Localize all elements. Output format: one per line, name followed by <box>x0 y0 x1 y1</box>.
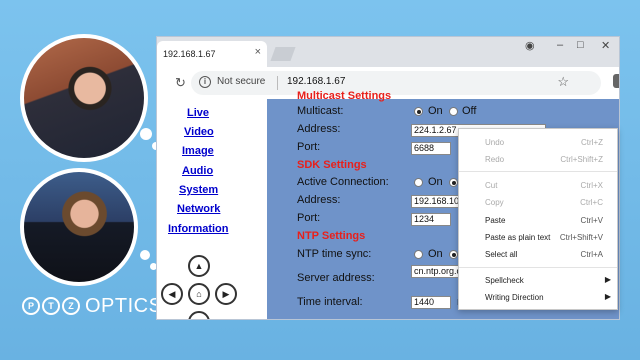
multicast-heading: Multicast Settings <box>297 90 392 102</box>
url-text[interactable]: 192.168.1.67 <box>287 76 345 87</box>
menu-item-shortcut: Ctrl+A <box>580 250 603 259</box>
ptz-up-button[interactable]: ▲ <box>188 255 210 277</box>
sdk-port-label: Port: <box>297 212 321 224</box>
sdk-on-radio[interactable] <box>414 178 423 187</box>
security-label[interactable]: Not secure <box>217 76 265 87</box>
ptz-left-button[interactable]: ◀ <box>161 283 183 305</box>
menu-item-paste[interactable]: Paste Ctrl+V <box>459 213 617 229</box>
logo-circle: T <box>42 297 60 315</box>
browser-tab[interactable]: 192.168.1.67 × <box>157 41 267 67</box>
bubble-tail <box>140 250 150 260</box>
menu-item-select-all[interactable]: Select all Ctrl+A <box>459 247 617 263</box>
menu-item-copy[interactable]: Copy Ctrl+C <box>459 195 617 211</box>
menu-item-label: Writing Direction <box>485 293 544 302</box>
nav-link-image[interactable]: Image <box>182 145 214 157</box>
menu-item-label: Select all <box>485 250 518 259</box>
bubble-tail <box>140 128 152 140</box>
menu-item-label: Copy <box>485 198 504 207</box>
ptz-dpad: ▲ ◀ ⌂ ▶ ▼ <box>157 249 267 319</box>
menu-item-label: Spellcheck <box>485 276 524 285</box>
menu-item-writing-direction[interactable]: Writing Direction ▶ <box>459 290 617 306</box>
menu-item-spellcheck[interactable]: Spellcheck ▶ <box>459 273 617 289</box>
ntp-heading: NTP Settings <box>297 230 366 242</box>
ptzoptics-logo: P T Z OPTICS <box>22 294 162 318</box>
menu-item-shortcut: Ctrl+V <box>580 216 603 225</box>
nav-link-live[interactable]: Live <box>187 107 209 119</box>
sdk-on-label: On <box>428 176 443 188</box>
menu-separator <box>459 171 617 172</box>
menu-item-label: Redo <box>485 155 505 164</box>
menu-item-label: Paste as plain text <box>485 233 551 242</box>
tab-strip: 192.168.1.67 × ◉ – □ ✕ <box>157 37 619 67</box>
ptz-right-button[interactable]: ▶ <box>215 283 237 305</box>
ntp-server-label: Server address: <box>297 272 375 284</box>
ntp-interval-input[interactable]: 1440 <box>411 296 451 309</box>
multicast-address-label: Address: <box>297 123 341 135</box>
nav-link-network[interactable]: Network <box>177 203 220 215</box>
close-window-icon[interactable]: ✕ <box>601 39 610 52</box>
ntp-off-radio[interactable] <box>449 250 458 259</box>
ntp-interval-label: Time interval: <box>297 296 363 308</box>
address-bar[interactable]: i Not secure 192.168.1.67 ☆ <box>191 71 619 95</box>
menu-item-label: Cut <box>485 181 498 190</box>
sidebar-nav: Live Video Image Audio System Network In… <box>157 99 267 319</box>
ntp-server-input[interactable]: cn.ntp.org.c <box>411 265 461 278</box>
menu-item-shortcut: Ctrl+Shift+V <box>559 233 603 242</box>
nav-link-information[interactable]: Information <box>168 223 229 235</box>
sdk-active-label: Active Connection: <box>297 176 389 188</box>
reload-icon[interactable]: ↻ <box>175 75 186 91</box>
multicast-off-radio[interactable] <box>449 107 458 116</box>
menu-item-shortcut: Ctrl+X <box>580 181 603 190</box>
multicast-on-label: On <box>428 105 443 117</box>
menu-item-cut[interactable]: Cut Ctrl+X <box>459 178 617 194</box>
extension-icon[interactable] <box>613 74 619 88</box>
presenter-video-male <box>20 34 148 162</box>
ntp-sync-label: NTP time sync: <box>297 248 372 260</box>
presenter-video-female <box>20 168 138 286</box>
multicast-port-input[interactable]: 6688 <box>411 142 451 155</box>
tab-title: 192.168.1.67 <box>163 49 216 59</box>
context-menu: Undo Ctrl+Z Redo Ctrl+Shift+Z Cut Ctrl+X… <box>458 128 618 310</box>
account-icon[interactable]: ◉ <box>525 39 535 52</box>
tab-close-icon[interactable]: × <box>255 46 261 58</box>
logo-circle: P <box>22 297 40 315</box>
nav-link-system[interactable]: System <box>179 184 218 196</box>
sdk-heading: SDK Settings <box>297 159 367 171</box>
multicast-on-radio[interactable] <box>414 107 423 116</box>
multicast-label: Multicast: <box>297 105 344 117</box>
nav-link-audio[interactable]: Audio <box>182 165 213 177</box>
ntp-on-label: On <box>428 248 443 260</box>
menu-item-label: Paste <box>485 216 506 225</box>
menu-item-paste-plain[interactable]: Paste as plain text Ctrl+Shift+V <box>459 230 617 246</box>
minimize-icon[interactable]: – <box>557 39 563 51</box>
divider <box>277 76 278 90</box>
menu-item-label: Undo <box>485 138 505 147</box>
info-icon[interactable]: i <box>199 76 211 88</box>
maximize-icon[interactable]: □ <box>577 39 584 51</box>
sdk-address-label: Address: <box>297 194 341 206</box>
ptz-home-button[interactable]: ⌂ <box>188 283 210 305</box>
menu-separator <box>459 267 617 268</box>
menu-item-shortcut: Ctrl+C <box>580 198 603 207</box>
nav-link-video[interactable]: Video <box>184 126 214 138</box>
menu-item-shortcut: Ctrl+Shift+Z <box>560 155 603 164</box>
bookmark-star-icon[interactable]: ☆ <box>557 74 569 90</box>
multicast-off-label: Off <box>462 105 477 117</box>
sdk-port-input[interactable]: 1234 <box>411 213 451 226</box>
sdk-off-radio[interactable] <box>449 178 458 187</box>
menu-item-shortcut: Ctrl+Z <box>581 138 603 147</box>
logo-circle: Z <box>62 297 80 315</box>
sdk-address-input[interactable]: 192.168.100 <box>411 195 461 208</box>
new-tab-button[interactable] <box>270 47 296 61</box>
logo-text: OPTICS <box>85 294 163 317</box>
multicast-port-label: Port: <box>297 141 321 153</box>
menu-item-undo[interactable]: Undo Ctrl+Z <box>459 135 617 151</box>
menu-item-redo[interactable]: Redo Ctrl+Shift+Z <box>459 152 617 168</box>
submenu-arrow-icon: ▶ <box>604 275 611 284</box>
submenu-arrow-icon: ▶ <box>604 292 611 301</box>
ptz-down-button[interactable]: ▼ <box>188 311 210 319</box>
ntp-on-radio[interactable] <box>414 250 423 259</box>
